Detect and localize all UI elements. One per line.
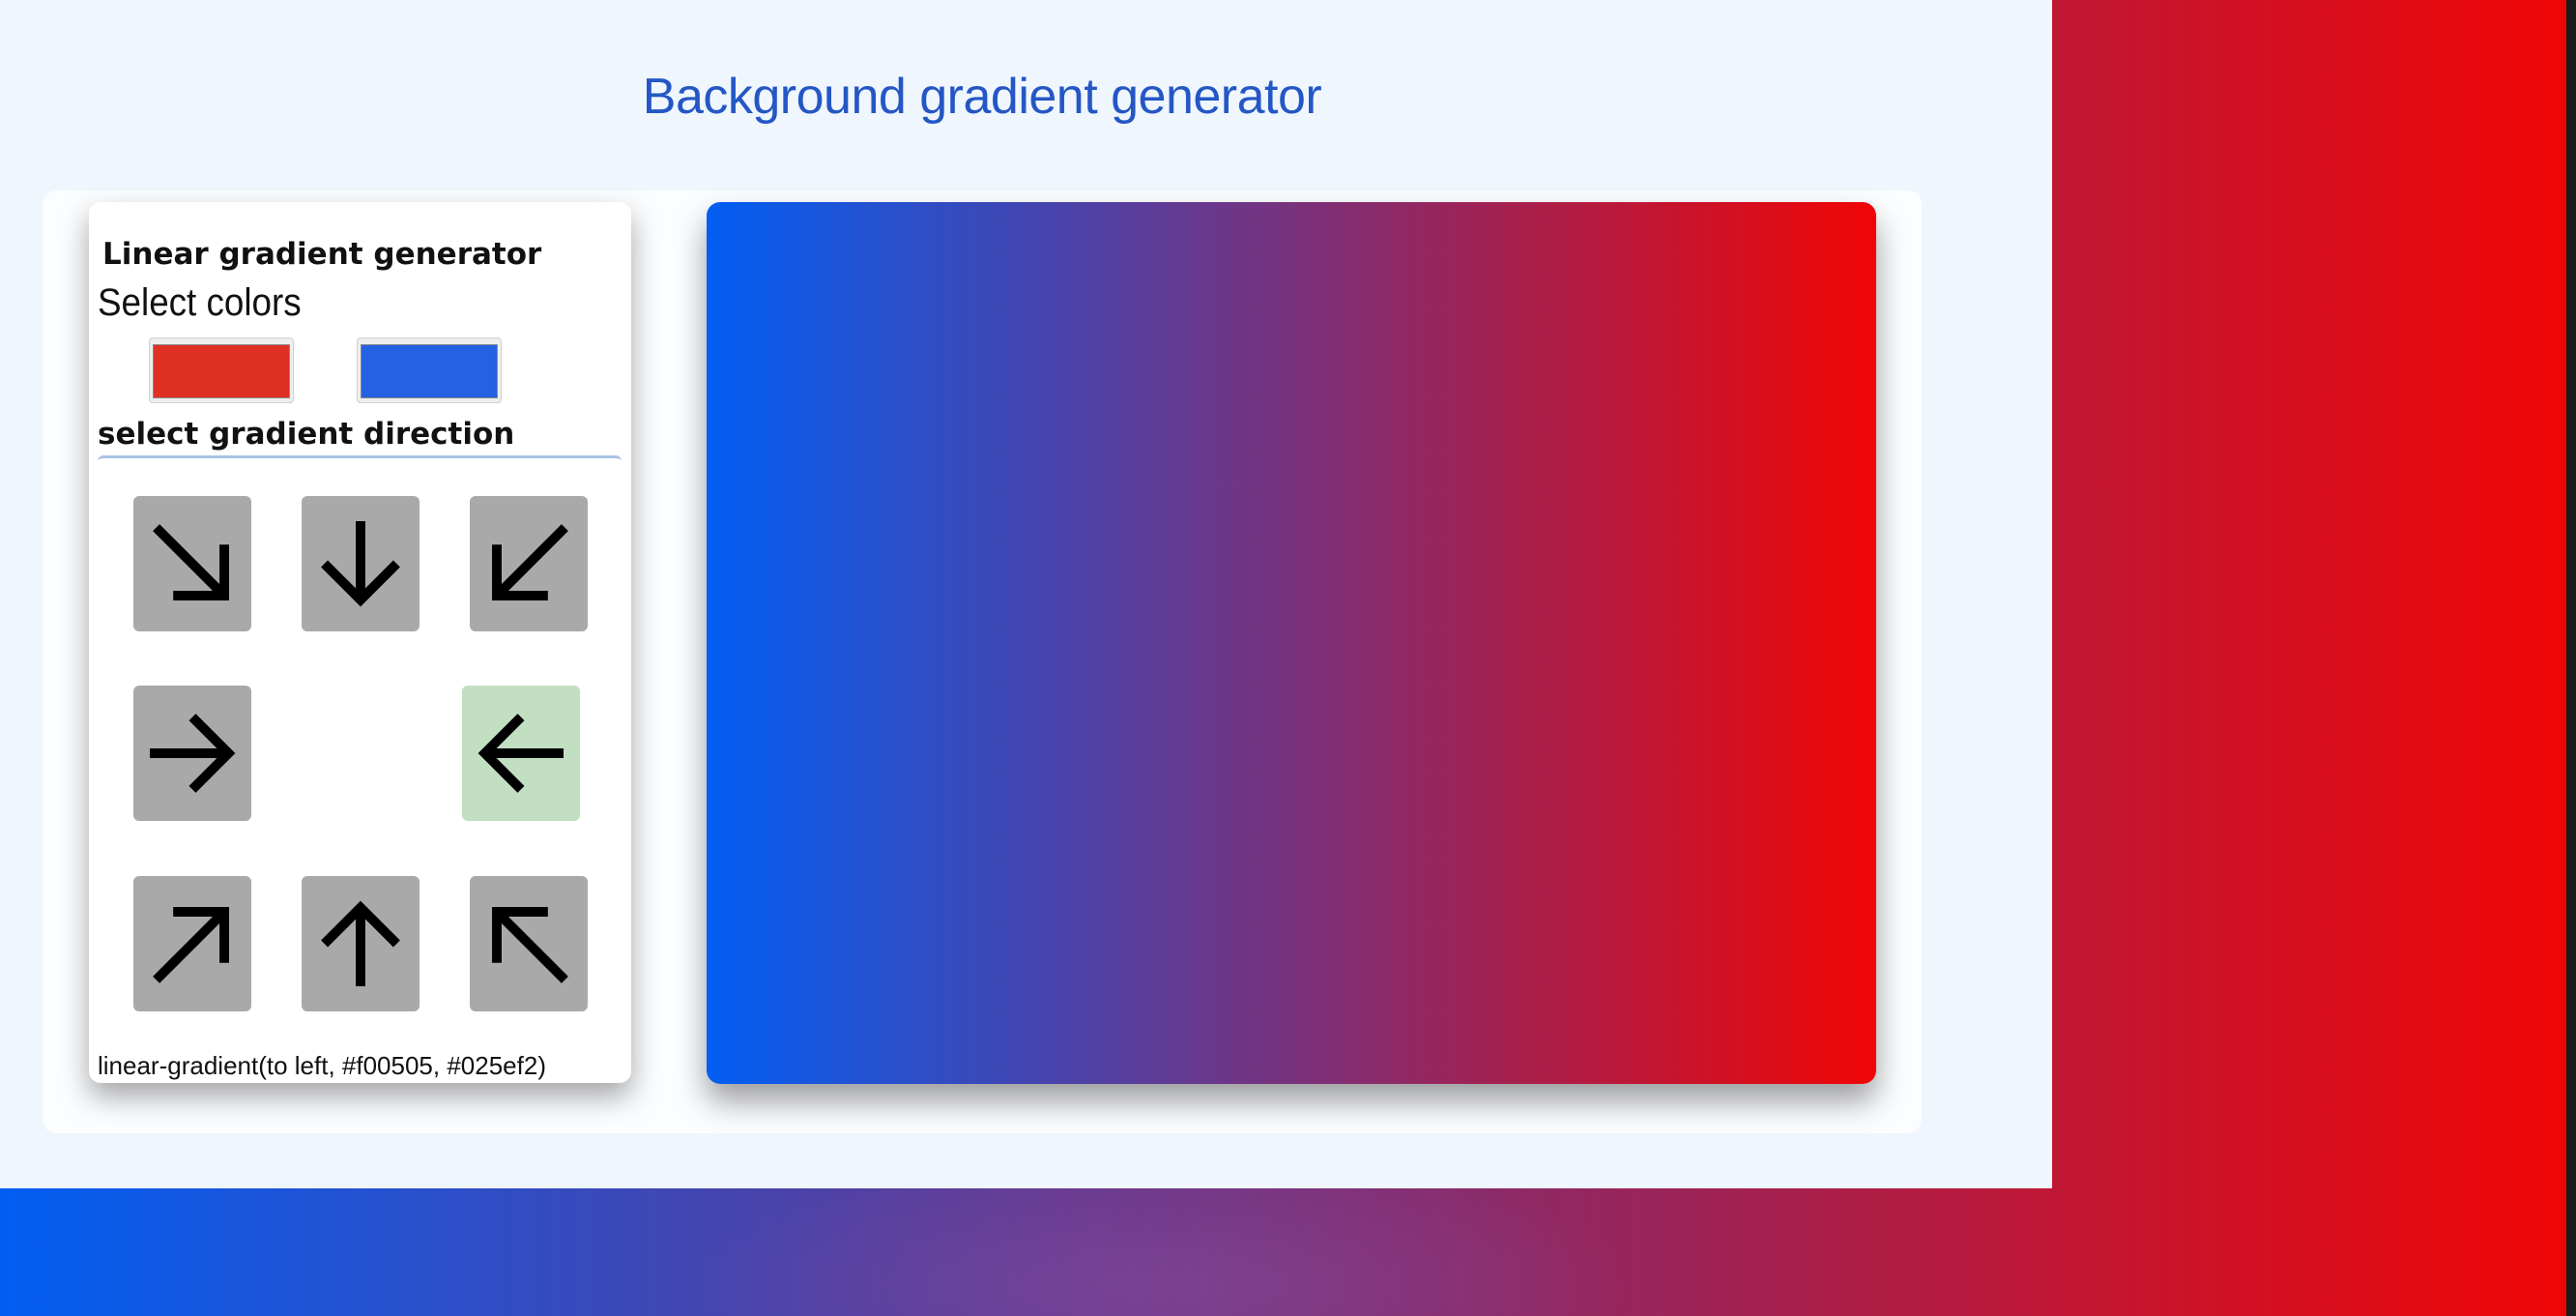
divider xyxy=(98,455,622,461)
arrow-up-icon xyxy=(321,900,400,986)
direction-to-bottom-left-button[interactable] xyxy=(470,496,588,631)
color-picker-1[interactable] xyxy=(149,337,294,403)
controls-card: Linear gradient generator Select colors … xyxy=(89,202,631,1083)
arrow-down-icon xyxy=(321,521,400,607)
arrow-right-icon xyxy=(150,714,236,793)
direction-label: select gradient direction xyxy=(98,417,515,452)
color-picker-1-swatch xyxy=(153,344,290,398)
direction-to-top-right-button[interactable] xyxy=(133,876,251,1011)
controls-heading: Linear gradient generator xyxy=(102,237,542,272)
direction-to-top-left-button[interactable] xyxy=(470,876,588,1011)
direction-to-bottom-button[interactable] xyxy=(302,496,420,631)
gradient-preview xyxy=(707,202,1876,1084)
page-title: Background gradient generator xyxy=(642,69,1322,125)
gradient-css-output: linear-gradient(to left, #f00505, #025ef… xyxy=(98,1051,546,1080)
arrow-down-left-icon xyxy=(492,524,568,600)
window-edge xyxy=(2566,0,2576,1316)
color-picker-2-swatch xyxy=(361,344,498,398)
arrow-up-left-icon xyxy=(492,907,568,983)
arrow-left-icon xyxy=(478,714,564,793)
direction-to-bottom-right-button[interactable] xyxy=(133,496,251,631)
direction-to-right-button[interactable] xyxy=(133,686,251,821)
app-container: Background gradient generator Linear gra… xyxy=(0,0,2052,1188)
color-picker-2[interactable] xyxy=(357,337,502,403)
arrow-down-right-icon xyxy=(153,524,229,600)
select-colors-label: Select colors xyxy=(98,281,302,324)
arrow-up-right-icon xyxy=(153,907,229,983)
direction-to-left-button[interactable] xyxy=(462,686,580,821)
direction-to-top-button[interactable] xyxy=(302,876,420,1011)
